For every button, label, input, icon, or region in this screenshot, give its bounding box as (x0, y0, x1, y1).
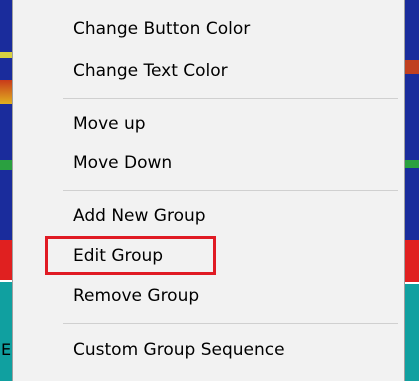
menu-item-add-new-group[interactable]: Add New Group (13, 198, 404, 234)
menu-item-change-text-color[interactable]: Change Text Color (13, 53, 404, 89)
context-menu: Change Button Color Change Text Color Mo… (12, 0, 405, 381)
menu-separator (63, 98, 398, 99)
background-letter: E (1, 340, 12, 359)
background-strip-left (0, 0, 12, 381)
edit-group-highlight-box (45, 236, 216, 275)
menu-item-change-button-color[interactable]: Change Button Color (13, 11, 404, 47)
menu-item-custom-group-sequence[interactable]: Custom Group Sequence (13, 332, 404, 368)
screen: E Change Button Color Change Text Color … (0, 0, 419, 381)
menu-item-move-up[interactable]: Move up (13, 106, 404, 142)
menu-item-move-down[interactable]: Move Down (13, 145, 404, 181)
menu-separator (63, 190, 398, 191)
menu-separator (63, 323, 398, 324)
menu-item-remove-group[interactable]: Remove Group (13, 278, 404, 314)
background-strip-right (405, 0, 419, 381)
